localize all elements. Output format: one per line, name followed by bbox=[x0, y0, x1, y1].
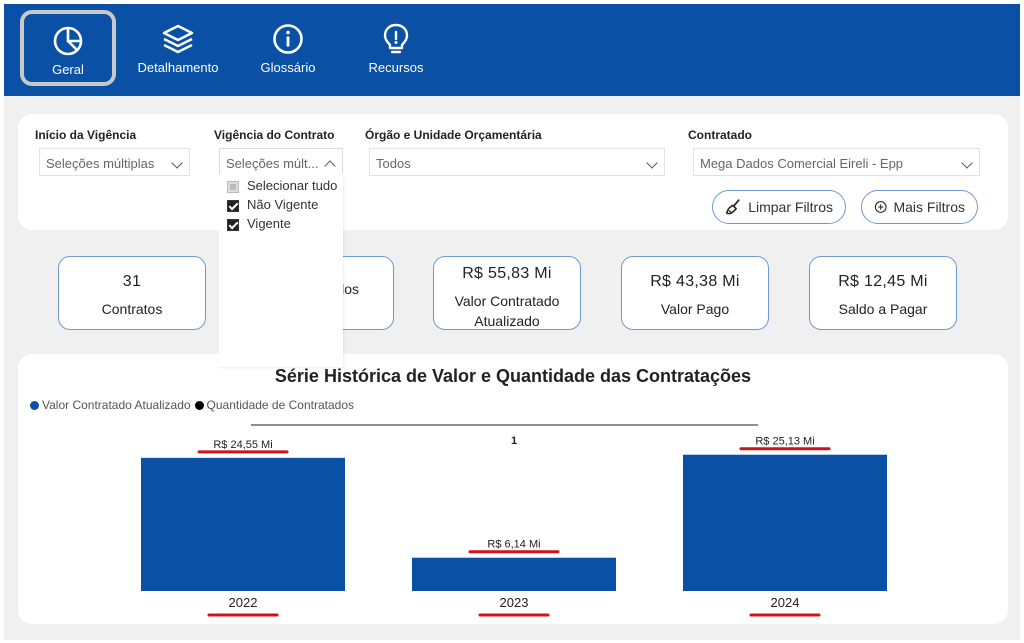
vigencia-dropdown-list: Selecionar tudo Não Vigente Vigente bbox=[219, 174, 343, 367]
x-axis-tick-label: 2024 bbox=[771, 595, 800, 610]
filter-label-vigencia: Vigência do Contrato bbox=[214, 128, 335, 142]
kpi-label: Contratos bbox=[101, 301, 163, 317]
checkbox-checked-icon[interactable] bbox=[227, 219, 239, 231]
chart-panel: Série Histórica de Valor e Quantidade da… bbox=[18, 354, 1008, 624]
checkbox-partial-icon[interactable] bbox=[227, 181, 239, 193]
kpi-card-valor-pago: R$ 43,38 Mi Valor Pago bbox=[621, 256, 769, 330]
nav-label-recursos: Recursos bbox=[368, 60, 424, 75]
kpi-label: Valor Pago bbox=[660, 301, 730, 317]
nav-label-geral: Geral bbox=[52, 62, 84, 77]
clear-filters-button[interactable]: Limpar Filtros bbox=[712, 190, 846, 224]
nav-glossario[interactable]: Glossário bbox=[244, 14, 332, 86]
kpi-value: R$ 55,83 Mi bbox=[462, 265, 552, 282]
kpi-card-valor-contratado: R$ 55,83 Mi Valor Contratado Atualizado bbox=[433, 256, 581, 330]
chevron-up-icon bbox=[324, 160, 336, 172]
filter-label-contratado: Contratado bbox=[688, 128, 752, 142]
nav-detalhamento[interactable]: Detalhamento bbox=[122, 14, 234, 86]
kpi-label-line1: Valor Contratado bbox=[454, 293, 560, 309]
kpi-label: Saldo a Pagar bbox=[838, 301, 928, 317]
lightbulb-icon bbox=[383, 23, 409, 54]
bar-2022[interactable] bbox=[141, 457, 345, 591]
filter-label-orgao: Órgão e Unidade Orçamentária bbox=[365, 128, 542, 142]
chevron-down-icon bbox=[171, 157, 183, 169]
filter-select-vigencia[interactable]: Seleções múlt... bbox=[219, 148, 343, 176]
dropdown-option-vigente[interactable]: Vigente bbox=[219, 216, 343, 235]
dropdown-option-label: Não Vigente bbox=[247, 197, 319, 212]
top-nav-bar: Geral Detalhamento Glossário Recursos bbox=[4, 4, 1020, 96]
plus-circle-icon bbox=[874, 201, 887, 213]
pie-chart-icon bbox=[53, 26, 83, 56]
kpi-value: R$ 43,38 Mi bbox=[650, 273, 740, 290]
checkbox-checked-icon[interactable] bbox=[227, 200, 239, 212]
more-filters-label: Mais Filtros bbox=[893, 199, 965, 215]
bar-2023[interactable] bbox=[412, 557, 616, 591]
kpi-value: R$ 12,45 Mi bbox=[838, 273, 928, 290]
bar-2024[interactable] bbox=[683, 454, 887, 591]
layers-icon bbox=[162, 24, 194, 54]
kpi-label-line2: Atualizado bbox=[474, 313, 540, 329]
filter-value-inicio: Seleções múltiplas bbox=[46, 156, 155, 171]
filter-value-vigencia: Seleções múlt... bbox=[226, 156, 319, 171]
bar-chart: R$ 24,55 Mi 2022 R$ 6,14 Mi 2023 1 R$ 25,13 M… bbox=[141, 424, 887, 617]
dropdown-option-select-all[interactable]: Selecionar tudo bbox=[219, 178, 343, 197]
bar-data-label: R$ 24,55 Mi bbox=[213, 439, 272, 451]
dropdown-option-label: Vigente bbox=[247, 216, 291, 231]
filter-select-inicio[interactable]: Seleções múltiplas bbox=[39, 148, 190, 176]
filter-select-contratado[interactable]: Mega Dados Comercial Eireli - Epp bbox=[693, 148, 980, 176]
nav-label-detalhamento: Detalhamento bbox=[137, 60, 219, 75]
filter-value-orgao: Todos bbox=[376, 156, 411, 171]
kpi-label: Valor Contratado Atualizado bbox=[434, 291, 580, 331]
nav-recursos[interactable]: Recursos bbox=[352, 14, 440, 86]
chevron-down-icon bbox=[646, 157, 658, 169]
x-axis-tick-label: 2022 bbox=[229, 595, 258, 610]
broom-icon bbox=[725, 199, 740, 215]
bar-data-label: R$ 6,14 Mi bbox=[487, 539, 540, 551]
nav-geral[interactable]: Geral bbox=[20, 10, 116, 86]
nav-label-glossario: Glossário bbox=[260, 60, 316, 75]
bar-data-label: R$ 25,13 Mi bbox=[755, 436, 814, 448]
filter-value-contratado: Mega Dados Comercial Eireli - Epp bbox=[700, 156, 904, 171]
info-icon bbox=[273, 24, 303, 54]
dropdown-option-label: Selecionar tudo bbox=[247, 178, 338, 193]
chevron-down-icon bbox=[961, 157, 973, 169]
filter-panel: Início da Vigência Seleções múltiplas Vi… bbox=[18, 114, 1008, 230]
more-filters-button[interactable]: Mais Filtros bbox=[861, 190, 978, 224]
filter-select-orgao[interactable]: Todos bbox=[369, 148, 665, 176]
clear-filters-label: Limpar Filtros bbox=[748, 199, 833, 215]
filter-label-inicio: Início da Vigência bbox=[35, 128, 137, 142]
kpi-card-contratos: 31 Contratos bbox=[58, 256, 206, 330]
dropdown-option-nao-vigente[interactable]: Não Vigente bbox=[219, 197, 343, 216]
x-axis-tick-label: 2023 bbox=[500, 595, 529, 610]
kpi-card-saldo: R$ 12,45 Mi Saldo a Pagar bbox=[809, 256, 957, 330]
quantity-data-label: 1 bbox=[511, 435, 517, 447]
report-canvas: Geral Detalhamento Glossário Recursos In… bbox=[4, 4, 1020, 640]
kpi-value: 31 bbox=[122, 273, 142, 290]
